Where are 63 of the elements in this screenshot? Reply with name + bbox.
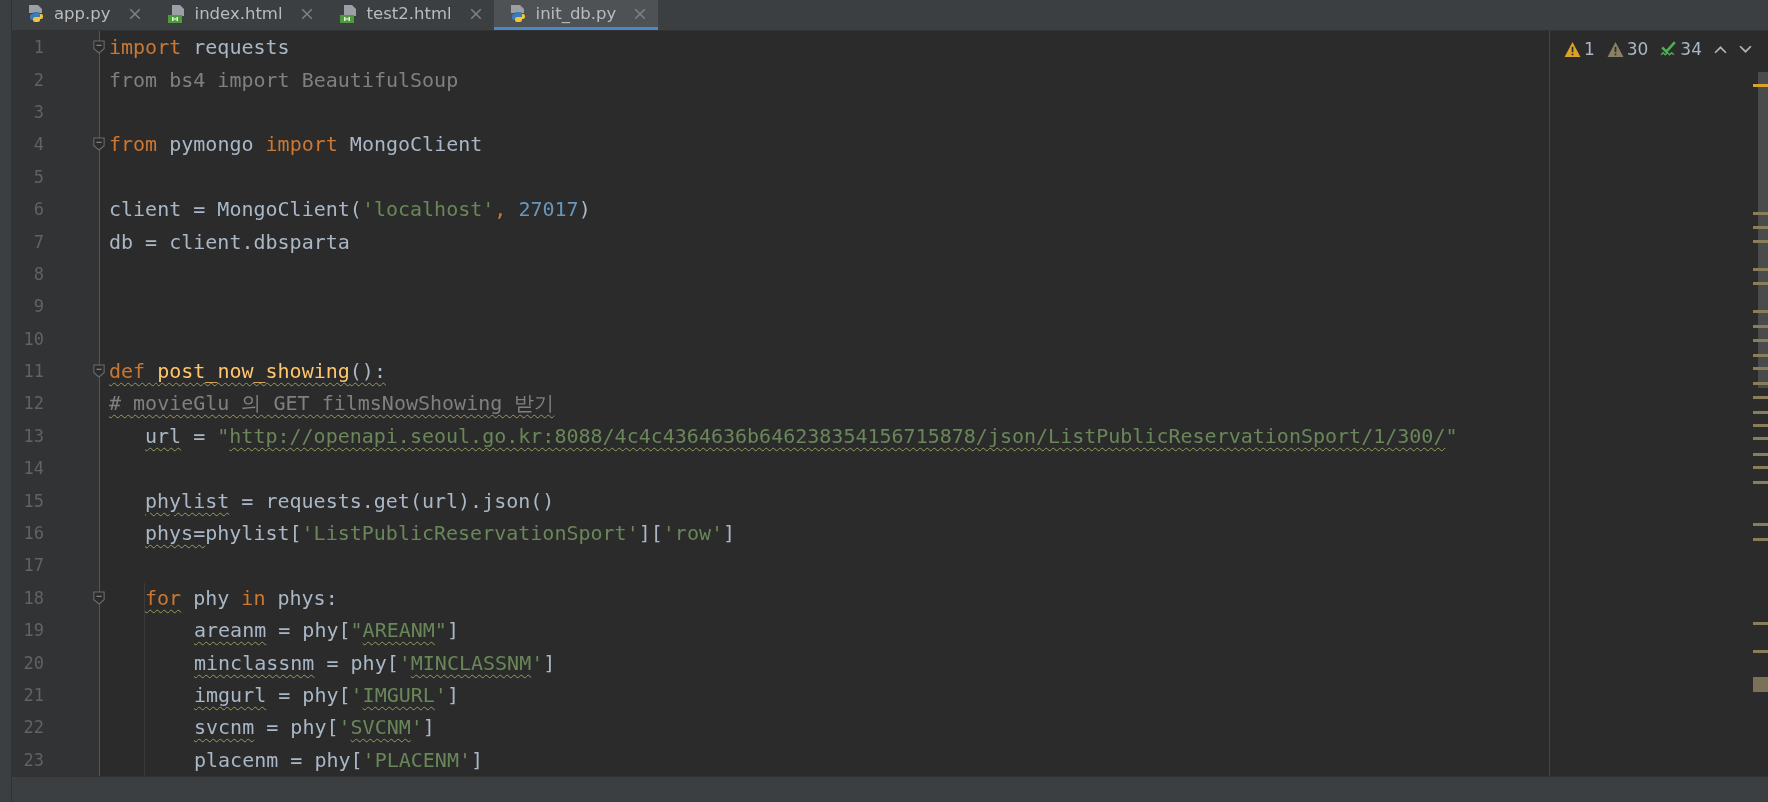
inspection-count[interactable]: 34 — [1660, 39, 1702, 59]
scroll-marker[interactable] — [1753, 282, 1768, 285]
inspection-count[interactable]: 1 — [1563, 39, 1595, 59]
scroll-marker[interactable] — [1753, 382, 1768, 385]
scroll-marker[interactable] — [1753, 622, 1768, 625]
fold-icon[interactable] — [93, 40, 105, 54]
scroll-marker[interactable] — [1753, 226, 1768, 229]
check-icon — [1660, 40, 1678, 58]
scroll-marker[interactable] — [1753, 212, 1768, 215]
scroll-marker[interactable] — [1753, 677, 1768, 692]
code-line: svcnm = phy['SVCNM'] — [194, 715, 435, 740]
close-icon[interactable] — [469, 7, 482, 20]
code-line: client = MongoClient('localhost', 27017) — [109, 197, 591, 222]
close-icon[interactable] — [300, 7, 313, 20]
code-line: areanm = phy["AREANM"] — [194, 618, 459, 643]
scroll-marker[interactable] — [1753, 396, 1768, 399]
html-file-icon — [338, 3, 359, 24]
scroll-marker[interactable] — [1753, 339, 1768, 342]
chevron-down-icon[interactable] — [1739, 44, 1752, 54]
scroll-marker[interactable] — [1753, 650, 1768, 653]
code-line: phylist = requests.get(url).json() — [145, 488, 555, 513]
fold-icon[interactable] — [93, 590, 105, 605]
fold-icon[interactable] — [93, 363, 105, 378]
code-line: from bs4 import BeautifulSoup — [109, 67, 459, 92]
inspection-count[interactable]: 30 — [1606, 39, 1649, 59]
python-file-icon — [26, 3, 46, 24]
scroll-marker[interactable] — [1753, 437, 1768, 440]
code-line: url = "http://openapi.seoul.go.kr:8088/4c4c4364636b646238354156715878/json/ListPublicReservationSport/1/300/" — [145, 423, 1458, 448]
code-line: phys=phylist['ListPublicReservationSport']['row'] — [145, 521, 736, 546]
scroll-marker[interactable] — [1753, 240, 1768, 243]
code-line: from pymongo import MongoClient — [109, 132, 483, 157]
code-line: for phy in phys: — [145, 585, 338, 610]
editor-tab[interactable]: app.py — [12, 0, 153, 30]
scroll-marker[interactable] — [1753, 411, 1768, 414]
close-icon[interactable] — [634, 7, 647, 20]
code-line: def post_now_showing(): — [109, 359, 386, 384]
fold-icon[interactable] — [93, 137, 105, 152]
scroll-marker[interactable] — [1753, 367, 1768, 370]
scroll-marker[interactable] — [1753, 453, 1768, 456]
scroll-marker[interactable] — [1753, 538, 1768, 541]
code-line: imgurl = phy['IMGURL'] — [194, 683, 459, 707]
editor-tab[interactable]: index.html — [152, 0, 325, 30]
warning-icon — [1606, 40, 1624, 58]
warning-icon — [1563, 40, 1581, 58]
editor-tab[interactable]: test2.html — [324, 0, 494, 30]
scroll-marker[interactable] — [1753, 466, 1768, 469]
scroll-marker[interactable] — [1753, 268, 1768, 271]
scroll-marker[interactable] — [1753, 481, 1768, 484]
editor-tab[interactable]: init_db.py — [493, 0, 659, 30]
code-line: placenm = phy['PLACENM'] — [194, 747, 483, 772]
scroll-marker[interactable] — [1753, 84, 1768, 87]
chevron-up-icon[interactable] — [1714, 44, 1727, 54]
code-line: db = client.dbsparta — [109, 229, 350, 254]
scroll-marker[interactable] — [1753, 523, 1768, 526]
html-file-icon — [166, 3, 187, 24]
scroll-marker[interactable] — [1753, 310, 1768, 313]
code-line: import requests — [109, 35, 290, 60]
scroll-marker[interactable] — [1753, 325, 1768, 328]
close-icon[interactable] — [128, 7, 141, 20]
code-line: # movieGlu 의 GET filmsNowShowing 받기 — [109, 391, 555, 415]
scroll-marker[interactable] — [1753, 424, 1768, 427]
scroll-marker[interactable] — [1753, 354, 1768, 357]
code-line: minclassnm = phy['MINCLASSNM'] — [194, 650, 556, 675]
